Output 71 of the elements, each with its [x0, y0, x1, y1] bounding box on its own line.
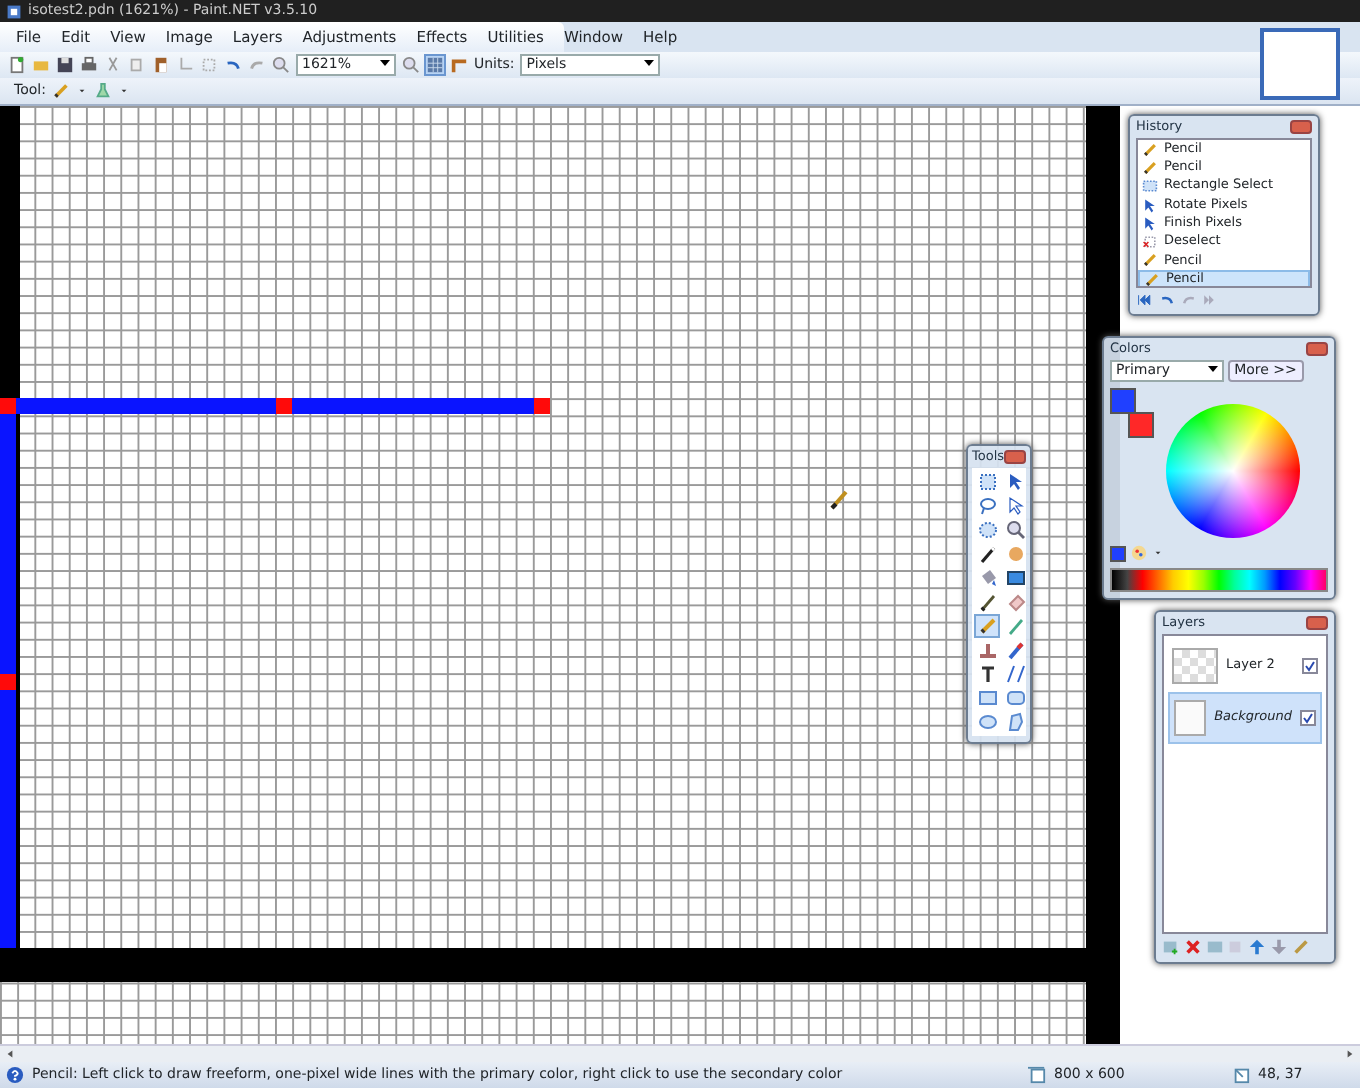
ellipse-select-icon — [977, 520, 997, 540]
help-icon — [6, 1066, 24, 1084]
image-thumbnail[interactable] — [1260, 28, 1340, 100]
stamp-icon — [977, 640, 997, 660]
pencil-icon — [977, 616, 997, 636]
pencil-cursor-icon — [830, 490, 848, 510]
ellipse-icon — [977, 712, 997, 732]
crop-icon[interactable] — [176, 56, 194, 74]
layer-thumbnail — [1174, 700, 1207, 736]
deselect-icon — [1142, 234, 1158, 251]
flask-icon[interactable] — [93, 82, 112, 100]
deselect-icon[interactable] — [200, 56, 218, 74]
arrow-icon — [1005, 472, 1025, 492]
pixel — [0, 398, 16, 414]
magic-wand-icon — [977, 544, 997, 564]
first-step-icon[interactable] — [1136, 292, 1154, 308]
save-icon[interactable] — [56, 56, 74, 74]
paint-bucket-icon — [977, 568, 997, 588]
primary-color-swatch[interactable] — [1110, 388, 1136, 414]
delete-icon[interactable] — [1183, 938, 1202, 956]
primary-color-chip[interactable] — [1110, 545, 1126, 561]
caret-icon[interactable] — [1208, 366, 1218, 375]
print-icon[interactable] — [80, 56, 98, 74]
color-palette[interactable] — [1110, 568, 1328, 592]
zoom-in-icon[interactable] — [402, 56, 420, 74]
rectangle-select-icon — [977, 472, 997, 492]
horizontal-scrollbar[interactable] — [0, 1044, 1360, 1062]
down-arrow-icon[interactable] — [1269, 938, 1288, 956]
layer-thumbnail — [1172, 648, 1218, 684]
add-layer-icon[interactable] — [1162, 938, 1180, 956]
image-size-icon — [1028, 1066, 1046, 1084]
undo-icon[interactable] — [1157, 292, 1176, 308]
pixel-grid-icon[interactable] — [426, 56, 444, 74]
close-button[interactable] — [1004, 450, 1026, 464]
recolor-icon — [1005, 640, 1025, 660]
caret-icon[interactable] — [644, 60, 655, 69]
freeform-shape-icon — [1005, 712, 1025, 732]
zoom-out-icon[interactable] — [272, 56, 290, 74]
palette-icon[interactable] — [1129, 544, 1148, 562]
pixel — [276, 398, 292, 414]
selection-icon — [1142, 178, 1158, 195]
redo-icon[interactable] — [248, 56, 266, 74]
visibility-checkbox[interactable] — [1302, 658, 1318, 674]
pixel — [534, 398, 550, 414]
lasso-icon — [977, 496, 997, 516]
undo-icon[interactable] — [224, 56, 242, 74]
copy-icon[interactable] — [128, 56, 146, 74]
pixel — [0, 674, 16, 690]
tool-button[interactable] — [1002, 566, 1028, 590]
app-icon — [6, 3, 22, 19]
text-icon — [977, 664, 997, 684]
rounded-rectangle-icon — [1005, 688, 1025, 708]
line-curve-icon — [1005, 664, 1025, 684]
caret-icon[interactable] — [380, 60, 390, 69]
visibility-checkbox[interactable] — [1300, 710, 1316, 726]
secondary-color-swatch[interactable] — [1128, 412, 1154, 438]
brush-icon — [977, 592, 997, 612]
new-file-icon[interactable] — [8, 56, 26, 74]
close-button[interactable] — [1290, 120, 1312, 134]
color-picker-icon — [1005, 616, 1025, 636]
paste-icon[interactable] — [152, 56, 170, 74]
close-button[interactable] — [1306, 616, 1328, 630]
rectangle-icon — [977, 688, 997, 708]
ruler-icon[interactable] — [450, 56, 468, 74]
eraser-icon — [1005, 592, 1025, 612]
up-arrow-icon[interactable] — [1248, 938, 1266, 956]
cursor-position-icon — [1232, 1066, 1250, 1084]
close-button[interactable] — [1306, 342, 1328, 356]
zoom-icon — [1005, 520, 1025, 540]
cut-icon[interactable] — [104, 56, 122, 74]
pencil-icon[interactable] — [51, 82, 70, 100]
